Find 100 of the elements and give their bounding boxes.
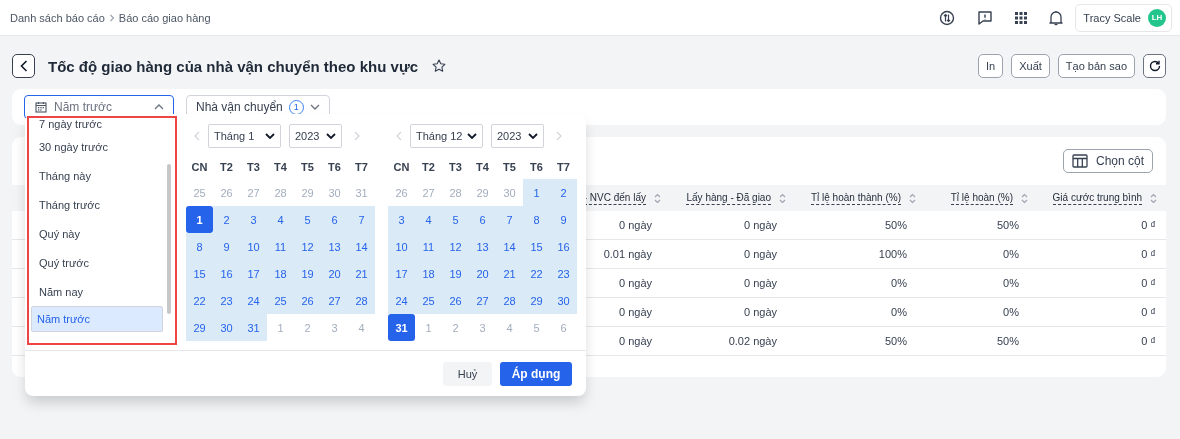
action-button[interactable]: In <box>978 54 1004 78</box>
preset-option[interactable]: Tháng này <box>31 161 163 190</box>
refresh-button[interactable] <box>1143 54 1166 78</box>
calendar-day[interactable]: 15 <box>186 260 213 287</box>
calendar-day[interactable]: 4 <box>415 206 442 233</box>
calendar-day[interactable]: 27 <box>240 179 267 206</box>
next-month-icon[interactable] <box>556 131 562 141</box>
apps-grid-icon[interactable] <box>1015 11 1028 24</box>
column-picker-button[interactable]: Chọn cột <box>1062 149 1153 173</box>
calendar-day[interactable]: 31 <box>240 314 267 341</box>
calendar-day[interactable]: 17 <box>240 260 267 287</box>
calendar-day[interactable]: 10 <box>240 233 267 260</box>
calendar-day[interactable]: 3 <box>321 314 348 341</box>
calendar-day[interactable]: 14 <box>348 233 375 260</box>
calendar-day[interactable]: 11 <box>267 233 294 260</box>
calendar-day[interactable]: 25 <box>186 179 213 206</box>
sort-icon[interactable] <box>1150 192 1157 204</box>
month-select[interactable]: Tháng 1 <box>208 124 281 148</box>
cancel-button[interactable]: Huỷ <box>443 362 492 386</box>
calendar-day[interactable]: 23 <box>213 287 240 314</box>
calendar-day[interactable]: 24 <box>240 287 267 314</box>
calendar-day[interactable]: 30 <box>321 179 348 206</box>
calendar-day[interactable]: 4 <box>267 206 294 233</box>
sort-icon[interactable] <box>654 192 661 204</box>
calendar-day[interactable]: 26 <box>442 287 469 314</box>
calendar-day[interactable]: 26 <box>294 287 321 314</box>
calendar-day[interactable]: 5 <box>523 314 550 341</box>
sort-icon[interactable] <box>909 192 916 204</box>
column-header[interactable]: Lấy hàng - Đã giao <box>686 191 771 205</box>
action-button[interactable]: Tạo bản sao <box>1057 54 1135 78</box>
calendar-day[interactable]: 19 <box>294 260 321 287</box>
breadcrumb-link[interactable]: Danh sách báo cáo <box>10 11 105 24</box>
calendar-day[interactable]: 1 <box>415 314 442 341</box>
calendar-day[interactable]: 3 <box>388 206 415 233</box>
calendar-day[interactable]: 19 <box>442 260 469 287</box>
back-button[interactable] <box>12 54 35 78</box>
feedback-icon[interactable] <box>977 9 994 26</box>
calendar-day[interactable]: 18 <box>415 260 442 287</box>
preset-option[interactable]: Quý trước <box>31 248 163 277</box>
calendar-day[interactable]: 8 <box>186 233 213 260</box>
preset-option[interactable]: Quý này <box>31 219 163 248</box>
column-header[interactable]: Tỉ lệ hoàn thành (%) <box>810 191 901 205</box>
calendar-day[interactable]: 3 <box>469 314 496 341</box>
calendar-day[interactable]: 15 <box>523 233 550 260</box>
calendar-day[interactable]: 14 <box>496 233 523 260</box>
calendar-day[interactable]: 13 <box>321 233 348 260</box>
calendar-day[interactable]: 28 <box>442 179 469 206</box>
sync-icon[interactable] <box>939 9 956 26</box>
calendar-day[interactable]: 4 <box>348 314 375 341</box>
calendar-day[interactable]: 7 <box>348 206 375 233</box>
calendar-day[interactable]: 2 <box>294 314 321 341</box>
calendar-day[interactable]: 31 <box>388 314 415 341</box>
calendar-day[interactable]: 2 <box>442 314 469 341</box>
preset-option[interactable]: Năm nay <box>31 277 163 306</box>
calendar-day[interactable]: 16 <box>213 260 240 287</box>
calendar-day[interactable]: 13 <box>469 233 496 260</box>
star-icon[interactable] <box>432 59 447 73</box>
calendar-day[interactable]: 21 <box>348 260 375 287</box>
column-header[interactable]: Giá cước trung bình <box>1052 191 1142 205</box>
column-header[interactable]: Tỉ lệ hoàn (%) <box>950 191 1013 205</box>
calendar-day[interactable]: 23 <box>550 260 577 287</box>
calendar-day[interactable]: 7 <box>496 206 523 233</box>
calendar-day[interactable]: 29 <box>294 179 321 206</box>
calendar-day[interactable]: 1 <box>267 314 294 341</box>
calendar-day[interactable]: 26 <box>388 179 415 206</box>
previous-month-icon[interactable] <box>194 131 200 141</box>
user-menu-button[interactable]: Tracy Scale LH <box>1075 3 1172 32</box>
calendar-day[interactable]: 2 <box>550 179 577 206</box>
calendar-day[interactable]: 6 <box>321 206 348 233</box>
month-select[interactable]: Tháng 12 <box>410 124 483 148</box>
calendar-day[interactable]: 22 <box>523 260 550 287</box>
preset-option[interactable]: Tháng trước <box>31 190 163 219</box>
apply-button[interactable]: Áp dụng <box>500 362 572 386</box>
action-button[interactable]: Xuất <box>1011 54 1050 78</box>
calendar-day[interactable]: 27 <box>469 287 496 314</box>
calendar-day[interactable]: 28 <box>348 287 375 314</box>
calendar-day[interactable]: 2 <box>213 206 240 233</box>
calendar-day[interactable]: 6 <box>550 314 577 341</box>
scrollbar[interactable] <box>167 164 171 314</box>
calendar-day[interactable]: 1 <box>523 179 550 206</box>
sort-icon[interactable] <box>779 192 786 204</box>
calendar-day[interactable]: 29 <box>523 287 550 314</box>
calendar-day[interactable]: 18 <box>267 260 294 287</box>
calendar-day[interactable]: 24 <box>388 287 415 314</box>
calendar-day[interactable]: 31 <box>348 179 375 206</box>
calendar-day[interactable]: 11 <box>415 233 442 260</box>
year-select[interactable]: 2023 <box>491 124 544 148</box>
calendar-day[interactable]: 21 <box>496 260 523 287</box>
preset-option[interactable]: 30 ngày trước <box>31 132 163 161</box>
calendar-day[interactable]: 30 <box>496 179 523 206</box>
calendar-day[interactable]: 12 <box>294 233 321 260</box>
calendar-day[interactable]: 12 <box>442 233 469 260</box>
calendar-day[interactable]: 29 <box>186 314 213 341</box>
calendar-day[interactable]: 25 <box>415 287 442 314</box>
calendar-day[interactable]: 27 <box>321 287 348 314</box>
calendar-day[interactable]: 17 <box>388 260 415 287</box>
calendar-day[interactable]: 9 <box>550 206 577 233</box>
calendar-day[interactable]: 22 <box>186 287 213 314</box>
calendar-day[interactable]: 5 <box>442 206 469 233</box>
calendar-day[interactable]: 28 <box>496 287 523 314</box>
